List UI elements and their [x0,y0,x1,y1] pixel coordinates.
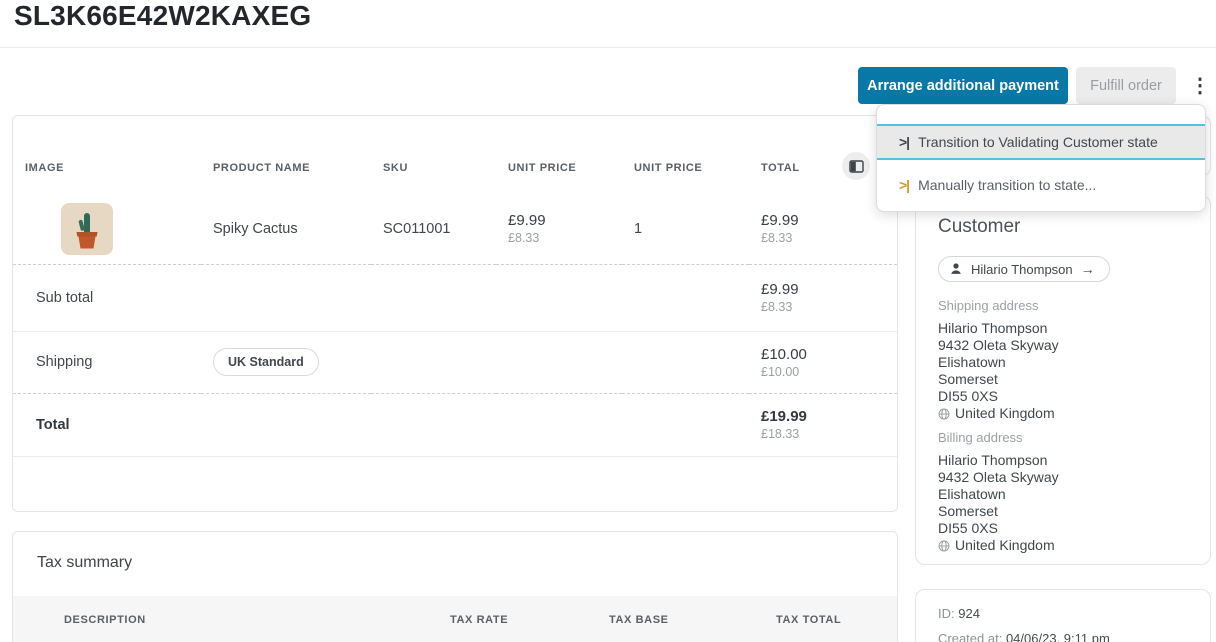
page-title: SL3K66E42W2KAXEG [14,0,311,32]
dropdown-item-transition-validating-customer[interactable]: >| Transition to Validating Customer sta… [877,124,1205,160]
shipping-row: Shipping UK Standard £10.00 £10.00 [13,331,897,393]
line-items-card: IMAGE PRODUCT NAME SKU UNIT PRICE UNIT P… [12,115,898,512]
address-line: Elishatown [938,354,1188,371]
shipping-address-label: Shipping address [938,298,1188,313]
address-line: Somerset [938,371,1188,388]
billing-address-block: Hilario Thompson 9432 Oleta Skyway Elish… [938,452,1188,554]
subtotal-row: Sub total £9.99 £8.33 [13,264,897,331]
order-id-label: ID: [938,606,955,621]
total-pretax: £18.33 [761,427,897,441]
address-line: 9432 Oleta Skyway [938,337,1188,354]
header-divider [0,47,1216,48]
billing-country: United Kingdom [955,537,1055,554]
tax-summary-title: Tax summary [37,554,897,572]
product-name: Spiky Cactus [213,221,298,237]
address-line: Elishatown [938,486,1188,503]
arrange-additional-payment-button[interactable]: Arrange additional payment [858,67,1068,104]
customer-name: Hilario Thompson [971,262,1073,277]
dropdown-item-manually-transition[interactable]: >| Manually transition to state... [877,169,1205,201]
arrow-right-icon: → [1081,261,1095,277]
address-line: Hilario Thompson [938,320,1188,337]
billing-address-label: Billing address [938,430,1188,445]
order-id-value: 924 [958,606,980,621]
columns-icon [849,160,864,173]
transition-icon: >| [899,177,909,193]
dropdown-item-label: Transition to Validating Customer state [918,134,1158,150]
unit-price: £9.99 [508,212,622,229]
kebab-menu-icon[interactable]: ⋮ [1186,70,1214,102]
tax-total-header: TAX TOTAL [776,614,841,626]
unit-price-2-column-header: UNIT PRICE [622,116,749,194]
total-column-header: TOTAL [749,116,897,194]
address-line: Somerset [938,503,1188,520]
customer-card: Customer Hilario Thompson → Shipping add… [915,195,1211,565]
customer-card-title: Customer [938,216,1188,238]
unit-price-pretax: £8.33 [508,231,622,245]
tax-summary-card: Tax summary DESCRIPTION TAX RATE TAX BAS… [12,531,898,642]
address-line: Hilario Thompson [938,452,1188,469]
shipping-method-badge: UK Standard [213,348,319,376]
product-sku: SC011001 [383,221,450,237]
table-header-row: IMAGE PRODUCT NAME SKU UNIT PRICE UNIT P… [13,116,897,194]
transition-icon: >| [899,134,909,150]
address-line: DI55 0XS [938,388,1188,405]
person-icon [949,262,963,276]
total-label: Total [36,417,70,433]
address-country-line: United Kingdom [938,405,1188,422]
shipping-label: Shipping [36,354,92,370]
shipping-country: United Kingdom [955,405,1055,422]
line-item-row: Spiky Cactus SC011001 £9.99 £8.33 1 £9.9… [13,194,897,264]
image-column-header: IMAGE [13,116,201,194]
created-at-value: 04/06/23, 9:11 pm [1006,631,1110,642]
total-row: Total £19.99 £18.33 [13,393,897,456]
tax-description-header: DESCRIPTION [64,614,146,626]
tax-table-header-row: DESCRIPTION TAX RATE TAX BASE TAX TOTAL [13,596,897,642]
line-total: £9.99 [761,212,897,229]
created-at-line: Created at: 04/06/23, 9:11 pm [938,631,1188,642]
tax-rate-header: TAX RATE [450,614,508,626]
order-id-line: ID: 924 [938,606,1188,621]
line-items-table: IMAGE PRODUCT NAME SKU UNIT PRICE UNIT P… [13,116,897,457]
subtotal-value: £9.99 [761,281,897,298]
globe-icon [938,408,950,420]
globe-icon [938,540,950,552]
fulfill-order-button[interactable]: Fulfill order [1076,67,1176,104]
shipping-value: £10.00 [761,346,897,363]
total-value: £19.99 [761,408,897,425]
product-name-column-header: PRODUCT NAME [201,116,371,194]
product-image-cactus [61,203,113,255]
sku-column-header: SKU [371,116,496,194]
shipping-address-block: Hilario Thompson 9432 Oleta Skyway Elish… [938,320,1188,422]
created-at-label: Created at: [938,631,1002,642]
order-meta-card: ID: 924 Created at: 04/06/23, 9:11 pm [915,589,1211,642]
column-settings-button[interactable] [842,152,870,180]
tax-base-header: TAX BASE [609,614,669,626]
address-line: 9432 Oleta Skyway [938,469,1188,486]
shipping-pretax: £10.00 [761,365,897,379]
subtotal-label: Sub total [36,290,93,306]
line-total-pretax: £8.33 [761,231,897,245]
dropdown-item-label: Manually transition to state... [918,177,1096,193]
quantity: 1 [634,221,642,237]
address-country-line: United Kingdom [938,537,1188,554]
state-transition-dropdown: >| Transition to Validating Customer sta… [876,104,1206,212]
subtotal-pretax: £8.33 [761,300,897,314]
address-line: DI55 0XS [938,520,1188,537]
order-detail-page: SL3K66E42W2KAXEG Arrange additional paym… [0,0,1216,642]
customer-link-pill[interactable]: Hilario Thompson → [938,256,1110,282]
unit-price-column-header: UNIT PRICE [496,116,622,194]
